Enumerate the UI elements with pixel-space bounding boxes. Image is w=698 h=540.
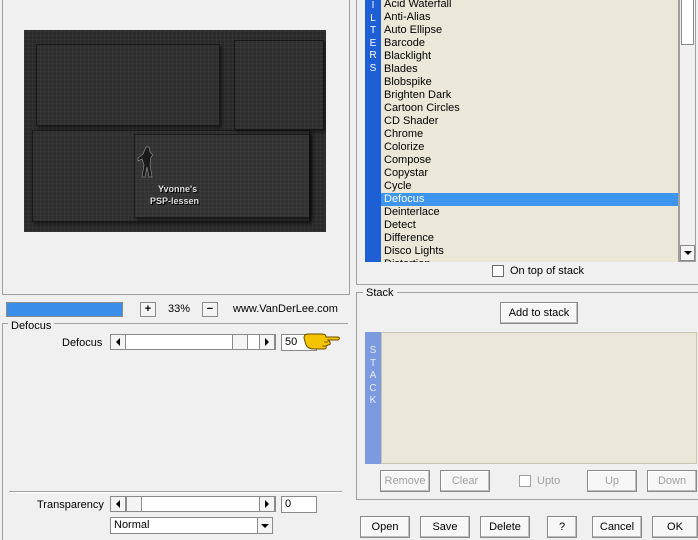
filters-scrollbar[interactable] <box>679 0 696 262</box>
filter-item[interactable]: Colorize <box>381 141 678 154</box>
stack-strip: STACK <box>365 332 381 464</box>
chevron-down-icon <box>683 251 692 255</box>
defocus-slider-thumb[interactable] <box>232 334 249 350</box>
add-to-stack-button[interactable]: Add to stack <box>500 302 578 324</box>
filter-item[interactable]: Anti-Alias <box>381 11 678 24</box>
filter-item[interactable]: Compose <box>381 154 678 167</box>
watermark-figure-icon <box>137 146 154 178</box>
filter-item[interactable]: Cycle <box>381 180 678 193</box>
stack-strip-label: STACK <box>369 345 377 406</box>
filter-item[interactable]: Brighten Dark <box>381 89 678 102</box>
remove-button[interactable]: Remove <box>380 470 430 492</box>
arrow-right-icon <box>265 500 269 508</box>
clear-button[interactable]: Clear <box>440 470 490 492</box>
scroll-down-button[interactable] <box>680 245 695 261</box>
defocus-increase-button[interactable] <box>259 334 275 350</box>
defocus-slider[interactable] <box>110 334 276 350</box>
watermark-text-line2: PSP-lessen <box>150 196 200 206</box>
transparency-slider-thumb[interactable] <box>126 496 142 512</box>
chevron-down-icon <box>261 523 269 528</box>
brand-link[interactable]: www.VanDerLee.com <box>233 303 338 315</box>
arrow-left-icon <box>116 500 120 508</box>
stack-title: Stack <box>363 287 397 299</box>
filters-list[interactable]: Acid Waterfall Anti-Alias Auto Ellipse Barc… <box>381 0 679 262</box>
filter-item[interactable]: Deinterlace <box>381 206 678 219</box>
watermark-text-line1: Yvonne's <box>158 184 198 194</box>
transparency-label: Transparency <box>37 499 104 511</box>
zoom-level: 33% <box>167 303 191 315</box>
defocus-label: Defocus <box>62 337 103 349</box>
filter-item[interactable]: Disco Lights <box>381 245 678 258</box>
parameter-group-title: Defocus <box>8 320 55 332</box>
filter-item[interactable]: Acid Waterfall <box>381 0 678 11</box>
help-button[interactable]: ? <box>547 516 577 538</box>
filter-item[interactable]: Distortion <box>381 258 678 262</box>
filter-item[interactable]: Cartoon Circles <box>381 102 678 115</box>
transparency-value-input[interactable]: 0 <box>281 496 317 513</box>
delete-button[interactable]: Delete <box>480 516 530 538</box>
upto-checkbox[interactable] <box>519 475 531 487</box>
filters-strip: ILTERS <box>365 0 381 262</box>
on-top-of-stack-checkbox[interactable] <box>492 265 504 277</box>
down-button[interactable]: Down <box>647 470 697 492</box>
filter-item[interactable]: Detect <box>381 219 678 232</box>
zoom-out-button[interactable]: − <box>202 302 218 317</box>
divider <box>9 491 342 493</box>
arrow-right-icon <box>265 338 269 346</box>
scrollbar-thumb[interactable] <box>681 0 694 45</box>
zoom-in-button[interactable]: + <box>140 302 156 317</box>
zoom-progress-bar <box>6 302 123 317</box>
upto-label: Upto <box>537 475 561 487</box>
transparency-increase-button[interactable] <box>259 496 275 512</box>
filter-item[interactable]: Blades <box>381 63 678 76</box>
open-button[interactable]: Open <box>360 516 410 538</box>
filter-item[interactable]: Defocus <box>381 193 678 206</box>
on-top-of-stack-label: On top of stack <box>510 265 584 277</box>
blend-mode-value: Normal <box>114 519 150 531</box>
cancel-button[interactable]: Cancel <box>592 516 642 538</box>
transparency-decrease-button[interactable] <box>110 496 126 512</box>
filter-item[interactable]: Chrome <box>381 128 678 141</box>
save-button[interactable]: Save <box>420 516 470 538</box>
stack-list[interactable] <box>381 332 697 464</box>
filter-item[interactable]: Copystar <box>381 167 678 180</box>
defocus-decrease-button[interactable] <box>110 334 126 350</box>
filter-item[interactable]: Blacklight <box>381 50 678 63</box>
watermark-logo <box>130 145 210 183</box>
filter-item[interactable]: Blobspike <box>381 76 678 89</box>
ok-button[interactable]: OK <box>652 516 698 538</box>
filter-item[interactable]: CD Shader <box>381 115 678 128</box>
up-button[interactable]: Up <box>587 470 637 492</box>
filter-item[interactable]: Auto Ellipse <box>381 24 678 37</box>
filter-item[interactable]: Barcode <box>381 37 678 50</box>
arrow-left-icon <box>116 338 120 346</box>
blend-mode-select[interactable]: Normal <box>110 517 273 534</box>
filters-strip-label: ILTERS <box>369 0 377 74</box>
pointing-hand-icon <box>302 329 342 353</box>
dropdown-arrow[interactable] <box>257 518 272 533</box>
filter-item[interactable]: Difference <box>381 232 678 245</box>
